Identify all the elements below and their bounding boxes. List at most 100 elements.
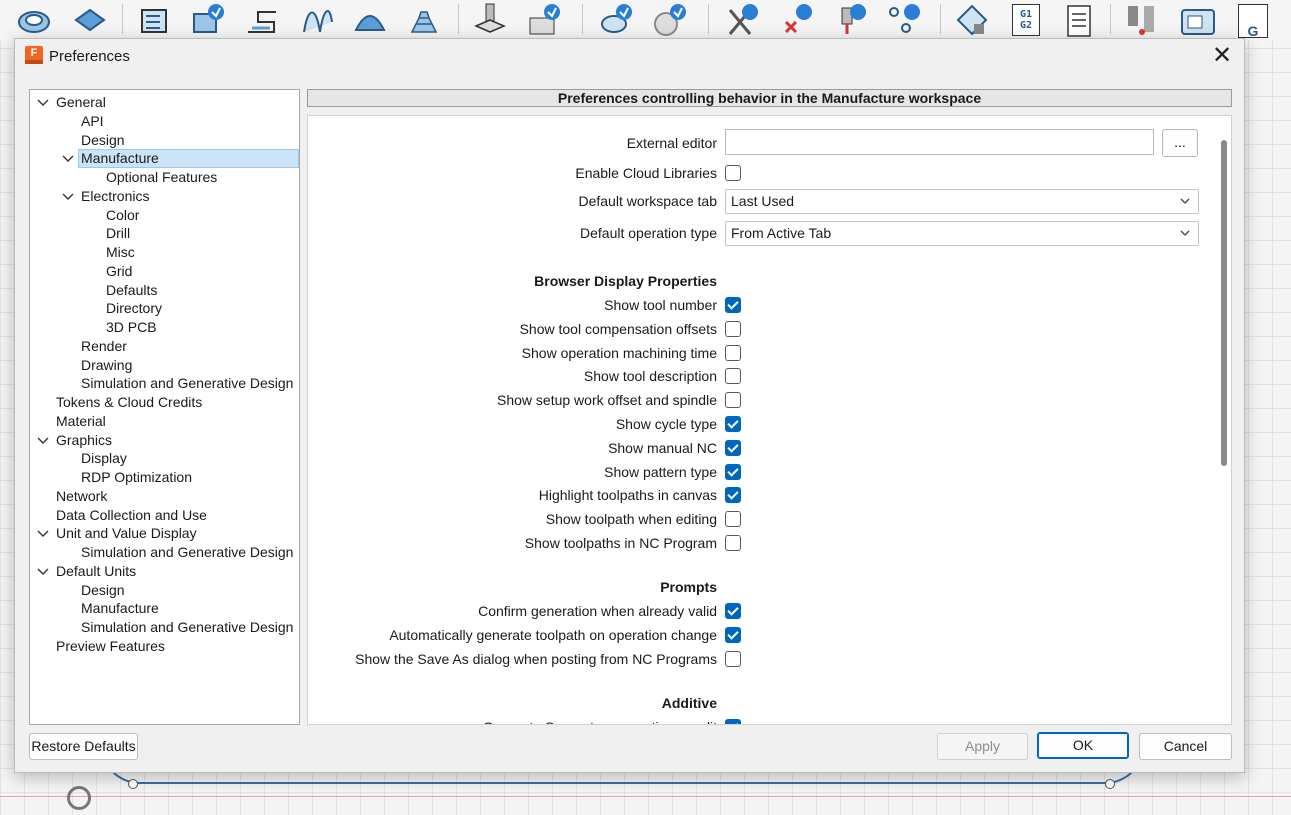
flow-icon[interactable] — [352, 2, 388, 38]
option-checkbox[interactable] — [725, 603, 741, 619]
face-icon[interactable] — [136, 2, 172, 38]
tree-item[interactable]: Render — [30, 337, 299, 356]
tree-item[interactable]: Simulation and Generative Design — [30, 543, 299, 562]
machine-builder-icon[interactable] — [1124, 2, 1160, 38]
tree-item[interactable]: Directory — [30, 299, 299, 318]
browse-editor-button[interactable]: ... — [1162, 129, 1198, 157]
hole-recognition-icon[interactable] — [598, 2, 634, 38]
option-checkbox[interactable] — [725, 344, 741, 361]
tree-item[interactable]: Graphics — [30, 431, 299, 450]
tree-item-label: Graphics — [56, 431, 113, 448]
option-checkbox[interactable] — [725, 416, 741, 432]
tree-item[interactable]: Drawing — [30, 356, 299, 375]
tree-item[interactable]: Optional Features — [30, 168, 299, 187]
contour-2d-icon[interactable] — [244, 2, 280, 38]
close-button[interactable]: ✕ — [1208, 43, 1236, 71]
enable-cloud-libraries-checkbox[interactable] — [725, 165, 741, 181]
option-checkbox[interactable] — [725, 651, 741, 667]
external-editor-input[interactable] — [725, 129, 1154, 155]
option-label: Show tool description — [583, 368, 717, 385]
tree-item-label: Defaults — [106, 281, 158, 298]
tree-item[interactable]: General — [30, 93, 299, 112]
option-label: Show toolpaths in NC Program — [524, 535, 717, 551]
orbit-icon[interactable] — [67, 786, 91, 810]
tree-item-label: Grid — [106, 262, 133, 279]
post-process-icon[interactable] — [954, 2, 990, 38]
option-checkbox[interactable] — [725, 463, 741, 480]
chevron-down-icon[interactable] — [37, 431, 49, 450]
vertical-scrollbar[interactable] — [1221, 140, 1227, 466]
ok-button[interactable]: OK — [1037, 732, 1129, 759]
option-checkbox[interactable] — [725, 627, 741, 643]
tree-item[interactable]: Manufacture — [30, 599, 299, 618]
drill-icon[interactable] — [526, 2, 562, 38]
tree-item[interactable]: Manufacture — [30, 149, 299, 169]
chevron-down-icon[interactable] — [62, 187, 74, 206]
tree-item[interactable]: Simulation and Generative Design — [30, 618, 299, 637]
option-checkbox[interactable] — [725, 535, 741, 551]
tree-item[interactable]: Drill — [30, 224, 299, 243]
tree-item[interactable]: Design — [30, 131, 299, 150]
tree-item[interactable]: Defaults — [30, 281, 299, 300]
cancel-button[interactable]: Cancel — [1139, 733, 1232, 760]
slot-icon[interactable] — [298, 2, 334, 38]
option-label: Confirm generation when already valid — [478, 603, 717, 619]
dialog-titlebar[interactable]: F Preferences ✕ — [15, 39, 1244, 75]
tree-item[interactable]: Display — [30, 449, 299, 468]
setup-sheet-icon[interactable] — [1062, 2, 1098, 38]
tree-item-label: Manufacture — [81, 600, 159, 617]
tree-item[interactable]: Grid — [30, 262, 299, 281]
option-checkbox[interactable] — [725, 297, 741, 313]
tool-library-icon[interactable] — [724, 2, 760, 38]
spiral-icon[interactable] — [472, 2, 508, 38]
setup-icon[interactable] — [16, 2, 52, 38]
tree-item[interactable]: Unit and Value Display — [30, 524, 299, 543]
option-checkbox[interactable] — [725, 368, 741, 385]
option-checkbox[interactable] — [725, 439, 741, 456]
g-code-icon[interactable]: G1 G2 — [1012, 4, 1040, 36]
tree-item-label: Unit and Value Display — [56, 525, 197, 542]
tree-item[interactable]: Material — [30, 412, 299, 431]
machine-icon[interactable] — [1180, 2, 1216, 38]
default-operation-type-select[interactable]: From Active Tab — [725, 221, 1199, 246]
tree-item[interactable]: Preview Features — [30, 637, 299, 656]
default-workspace-tab-value: Last Used — [731, 193, 795, 209]
pocket-icon[interactable] — [406, 2, 442, 38]
option-checkbox[interactable] — [725, 719, 741, 724]
tree-item[interactable]: API — [30, 112, 299, 131]
stock-icon[interactable] — [72, 2, 108, 38]
option-label: Show the Save As dialog when posting fro… — [355, 651, 717, 667]
tree-item[interactable]: 3D PCB — [30, 318, 299, 337]
option-checkbox[interactable] — [725, 392, 741, 409]
tree-item[interactable]: Electronics — [30, 187, 299, 206]
tree-item[interactable]: Misc — [30, 243, 299, 262]
probe-icon[interactable] — [652, 2, 688, 38]
clear-icon[interactable] — [886, 2, 922, 38]
apply-button[interactable]: Apply — [937, 733, 1028, 760]
default-workspace-tab-select[interactable]: Last Used — [725, 189, 1199, 214]
option-checkbox[interactable] — [725, 511, 741, 528]
restore-defaults-button[interactable]: Restore Defaults — [29, 733, 138, 760]
chevron-down-icon[interactable] — [62, 149, 74, 168]
tree-item[interactable]: Data Collection and Use — [30, 506, 299, 525]
tree-item-label: Drill — [106, 225, 131, 242]
option-label: Show tool number — [604, 297, 717, 313]
adaptive-clearing-icon[interactable] — [190, 2, 226, 38]
tree-item[interactable]: Design — [30, 581, 299, 600]
tree-item-label: Default Units — [56, 562, 137, 579]
option-checkbox[interactable] — [725, 320, 741, 337]
tree-item[interactable]: Simulation and Generative Design — [30, 374, 299, 393]
chevron-down-icon[interactable] — [37, 93, 49, 112]
chevron-down-icon[interactable] — [37, 562, 49, 581]
option-label: Show pattern type — [604, 463, 717, 480]
tree-item[interactable]: Network — [30, 487, 299, 506]
chevron-down-icon[interactable] — [37, 524, 49, 543]
tree-item[interactable]: Tokens & Cloud Credits — [30, 393, 299, 412]
option-checkbox[interactable] — [725, 487, 741, 504]
tree-item[interactable]: Default Units — [30, 562, 299, 581]
simulate-icon[interactable] — [778, 2, 814, 38]
tree-item[interactable]: RDP Optimization — [30, 468, 299, 487]
tree-item[interactable]: Color — [30, 206, 299, 225]
post-library-icon[interactable]: G — [1238, 4, 1268, 39]
generate-icon[interactable] — [832, 2, 868, 38]
